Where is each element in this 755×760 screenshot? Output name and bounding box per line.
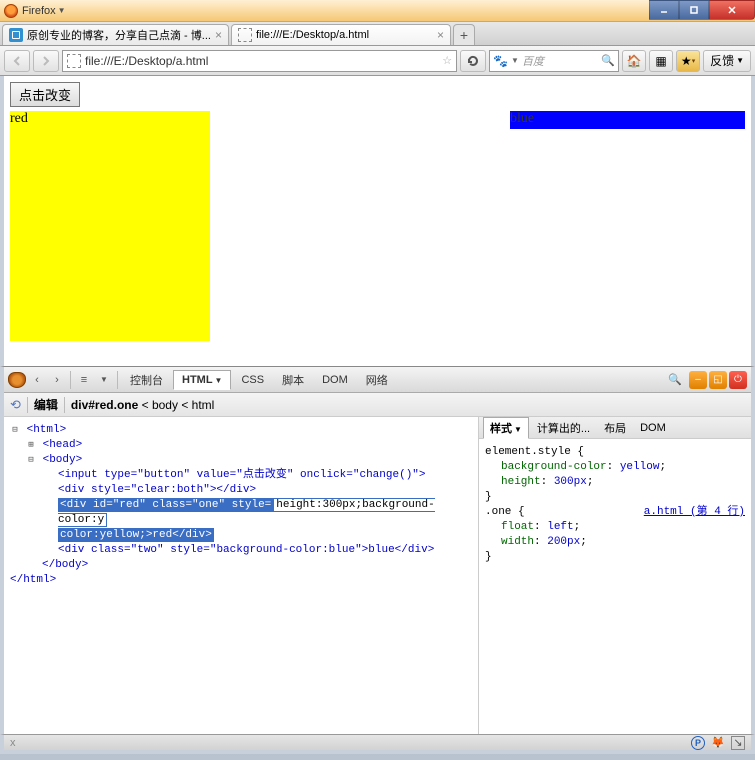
url-text: file:///E:/Desktop/a.html xyxy=(85,54,442,68)
home-button[interactable]: 🏠 xyxy=(622,50,646,72)
tab-blog-close-icon[interactable]: × xyxy=(215,28,222,42)
dt-options-drop[interactable]: ▼ xyxy=(95,371,113,389)
css-tab-dom[interactable]: DOM xyxy=(634,420,672,436)
blue-box: blue xyxy=(510,111,745,129)
tree-toggle-icon[interactable]: ⊟ xyxy=(10,423,20,438)
app-name: Firefox xyxy=(22,5,56,17)
tree-toggle-icon[interactable]: ⊟ xyxy=(26,453,36,468)
dt-css-tabs: 样式▼ 计算出的... 布局 DOM xyxy=(479,417,751,439)
dt-css-rules[interactable]: element.style { background-color: yellow… xyxy=(479,439,751,734)
devtools-panel: ‹ › ≡ ▼ 控制台 HTML▼ CSS 脚本 DOM 网络 🔍 – ◱ ⏻ … xyxy=(0,366,755,734)
window-titlebar: Firefox ▼ xyxy=(0,0,755,22)
url-bar[interactable]: file:///E:/Desktop/a.html ☆ xyxy=(62,50,457,72)
tab-blog-favicon xyxy=(9,28,23,42)
tab-file-favicon xyxy=(238,28,252,42)
dt-edit-label[interactable]: 编辑 xyxy=(34,396,58,413)
css-tab-layout[interactable]: 布局 xyxy=(598,418,632,438)
bookmark-star-icon[interactable]: ☆ xyxy=(442,54,452,67)
star-toolbar-button[interactable]: ★▾ xyxy=(676,50,700,72)
nav-toolbar: file:///E:/Desktop/a.html ☆ 🐾 ▼ 百度 🔍 🏠 ▦… xyxy=(0,46,755,76)
tab-file-close-icon[interactable]: × xyxy=(437,28,444,42)
dt-css-panel: 样式▼ 计算出的... 布局 DOM element.style { backg… xyxy=(479,417,751,734)
dt-search-icon[interactable]: 🔍 xyxy=(667,372,683,388)
red-box: red xyxy=(10,111,210,341)
status-close-icon[interactable]: x xyxy=(10,737,16,749)
baidu-paw-icon: 🐾 xyxy=(493,54,508,68)
tab-file[interactable]: file:///E:/Desktop/a.html × xyxy=(231,24,451,45)
back-button[interactable] xyxy=(4,50,30,72)
page-viewport: 点击改变 red blue xyxy=(0,76,755,366)
devtools-toolbar: ‹ › ≡ ▼ 控制台 HTML▼ CSS 脚本 DOM 网络 🔍 – ◱ ⏻ xyxy=(4,367,751,393)
change-button[interactable]: 点击改变 xyxy=(10,82,80,107)
dt-close-button[interactable]: ⏻ xyxy=(729,371,747,389)
feedback-button[interactable]: 反馈▼ xyxy=(703,50,751,72)
dt-tab-html[interactable]: HTML▼ xyxy=(173,370,231,390)
status-bar: x P 🦊 ↘ xyxy=(0,734,755,754)
dt-breadcrumb: ⟲ 编辑 div#red.one < body < html xyxy=(4,393,751,417)
firefox-icon xyxy=(4,4,18,18)
tab-file-title: file:///E:/Desktop/a.html xyxy=(256,29,433,41)
inspect-icon[interactable]: ⟲ xyxy=(10,397,21,413)
forward-button[interactable] xyxy=(33,50,59,72)
dt-tab-css[interactable]: CSS xyxy=(233,371,272,389)
app-menu-drop-icon[interactable]: ▼ xyxy=(58,6,66,15)
window-close-button[interactable] xyxy=(709,0,755,20)
dt-tab-script[interactable]: 脚本 xyxy=(274,369,312,391)
css-source-link[interactable]: a.html (第 4 行) xyxy=(644,505,745,520)
dt-detach-button[interactable]: ◱ xyxy=(709,371,727,389)
dt-tab-console[interactable]: 控制台 xyxy=(122,369,171,391)
tab-bar: 原创专业的博客，分享自己点滴 - 博... × file:///E:/Deskt… xyxy=(0,22,755,46)
status-plugin-icon[interactable]: P xyxy=(691,736,705,750)
bookmarks-button[interactable]: ▦ xyxy=(649,50,673,72)
search-go-icon[interactable]: 🔍 xyxy=(601,54,615,67)
reload-button[interactable] xyxy=(460,50,486,72)
window-maximize-button[interactable] xyxy=(679,0,709,20)
status-resize-icon[interactable]: ↘ xyxy=(731,736,745,750)
selected-node[interactable]: <div id="red" class="one" style=height:3… xyxy=(10,498,472,543)
new-tab-button[interactable]: + xyxy=(453,24,475,45)
dt-list-icon[interactable]: ≡ xyxy=(75,371,93,389)
dt-minimize-button[interactable]: – xyxy=(689,371,707,389)
search-engine-drop-icon[interactable]: ▼ xyxy=(511,56,519,65)
css-tab-computed[interactable]: 计算出的... xyxy=(531,418,596,438)
css-tab-styles[interactable]: 样式▼ xyxy=(483,417,529,439)
status-firefox-icon[interactable]: 🦊 xyxy=(711,736,725,750)
dt-nav-back[interactable]: ‹ xyxy=(28,371,46,389)
dt-breadcrumb-path[interactable]: div#red.one < body < html xyxy=(71,398,214,412)
search-placeholder: 百度 xyxy=(522,53,598,69)
tab-blog[interactable]: 原创专业的博客，分享自己点滴 - 博... × xyxy=(2,24,229,45)
dt-html-tree[interactable]: ⊟ <html> ⊞ <head> ⊟ <body> <input type="… xyxy=(4,417,479,734)
urlbar-favicon xyxy=(67,54,81,68)
search-bar[interactable]: 🐾 ▼ 百度 🔍 xyxy=(489,50,619,72)
tree-toggle-icon[interactable]: ⊞ xyxy=(26,438,36,453)
dt-nav-fwd[interactable]: › xyxy=(48,371,66,389)
dt-tab-dom[interactable]: DOM xyxy=(314,371,356,389)
dt-tab-net[interactable]: 网络 xyxy=(358,369,396,391)
firebug-icon[interactable] xyxy=(8,372,26,388)
tab-blog-title: 原创专业的博客，分享自己点滴 - 博... xyxy=(27,27,211,43)
window-minimize-button[interactable] xyxy=(649,0,679,20)
